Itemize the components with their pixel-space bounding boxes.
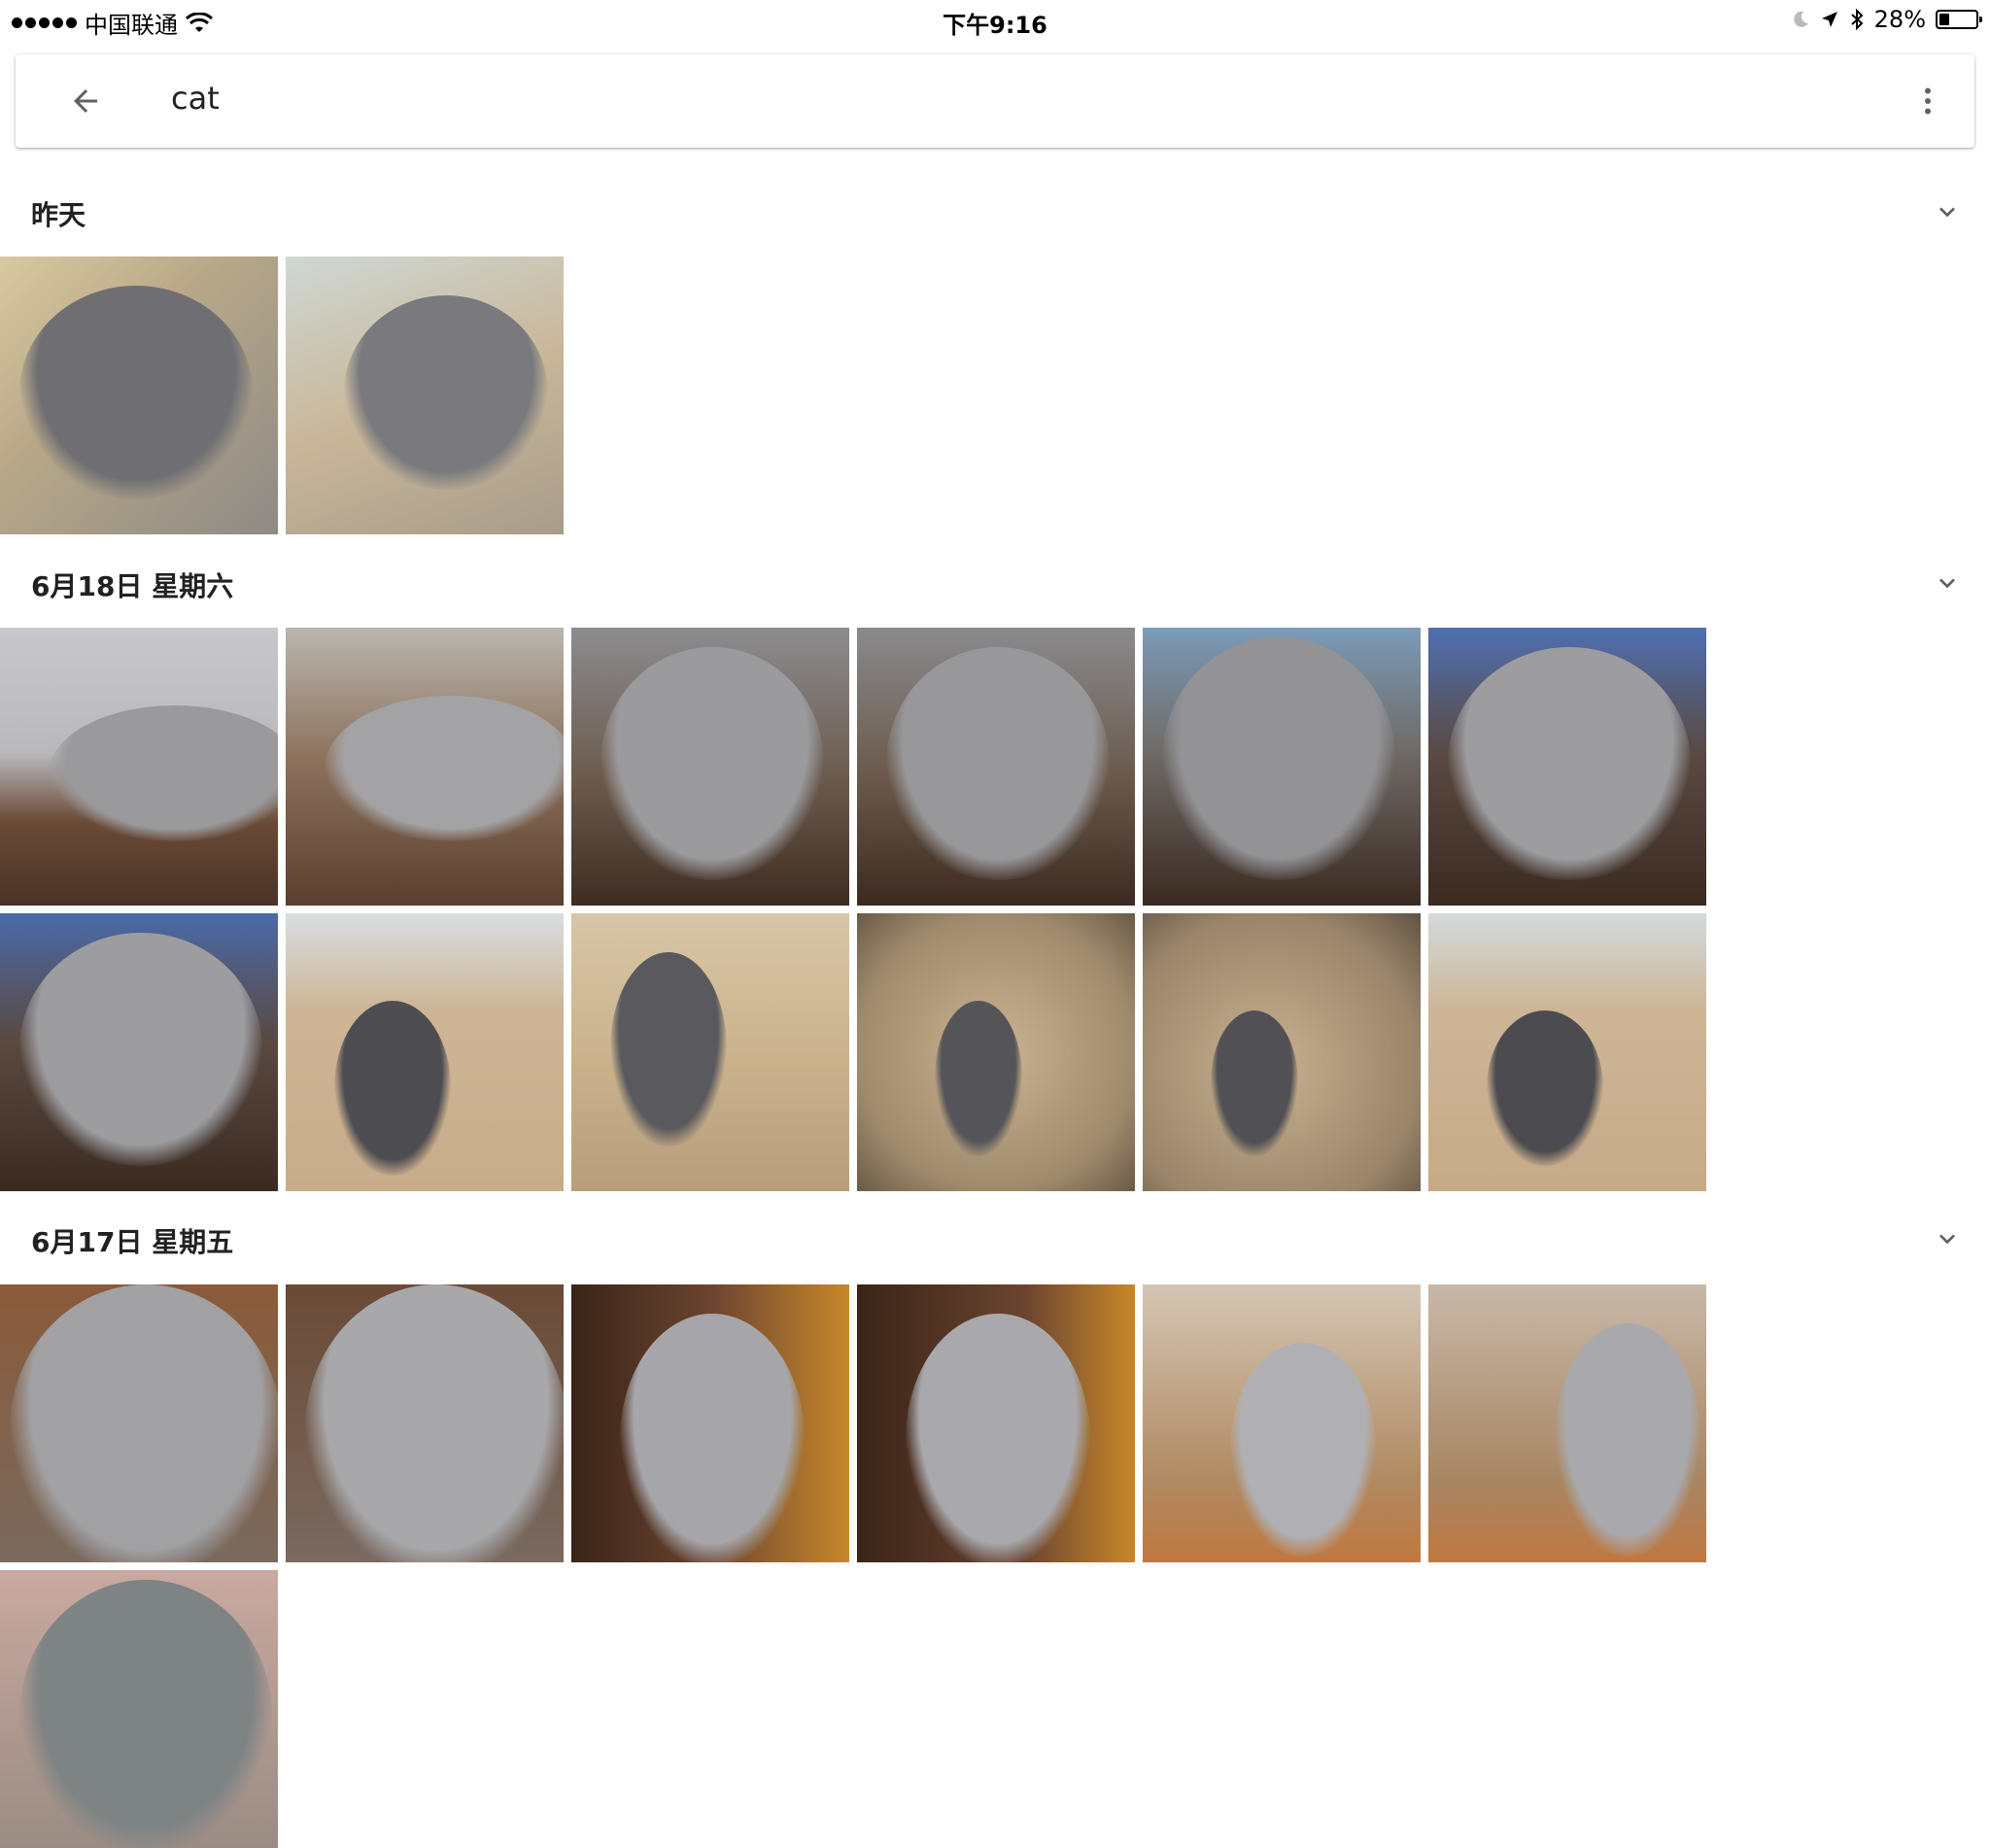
photo-thumbnail[interactable] bbox=[286, 628, 564, 906]
photo-thumbnail[interactable] bbox=[0, 257, 278, 534]
more-vert-icon bbox=[1925, 87, 1931, 115]
photo-grid-jun17 bbox=[0, 1284, 1990, 1848]
bluetooth-icon bbox=[1850, 8, 1864, 31]
section-header-yesterday: 昨天 bbox=[0, 181, 1990, 239]
cat-photo-subject bbox=[325, 696, 564, 841]
arrow-back-icon bbox=[74, 89, 97, 113]
photo-thumbnail[interactable] bbox=[1428, 628, 1706, 906]
photo-thumbnail[interactable] bbox=[0, 1570, 278, 1848]
cat-photo-subject bbox=[1487, 1010, 1603, 1166]
cat-photo-subject bbox=[620, 1314, 805, 1562]
cat-photo-subject bbox=[305, 1284, 564, 1562]
more-options-button[interactable] bbox=[1904, 78, 1951, 124]
cat-photo-subject bbox=[19, 286, 253, 499]
back-button[interactable] bbox=[62, 78, 109, 124]
section-title: 昨天 bbox=[31, 199, 86, 231]
collapse-button[interactable] bbox=[1930, 194, 1965, 229]
cat-photo-subject bbox=[610, 952, 727, 1146]
photo-thumbnail[interactable] bbox=[571, 913, 849, 1191]
cat-photo-subject bbox=[19, 933, 262, 1166]
status-bar: 中国联通 下午9:16 28% bbox=[0, 0, 1990, 39]
moon-icon bbox=[1793, 11, 1808, 27]
search-query[interactable]: cat bbox=[171, 80, 220, 117]
photo-thumbnail[interactable] bbox=[857, 913, 1135, 1191]
section-title: 6月18日 星期六 bbox=[31, 570, 234, 602]
cat-photo-subject bbox=[49, 705, 278, 841]
photo-thumbnail[interactable] bbox=[0, 1284, 278, 1562]
section-header-jun18: 6月18日 星期六 bbox=[0, 552, 1990, 610]
photo-thumbnail[interactable] bbox=[571, 1284, 849, 1562]
photo-thumbnail[interactable] bbox=[1143, 628, 1421, 906]
cat-photo-subject bbox=[1448, 647, 1691, 880]
cat-photo-subject bbox=[334, 1001, 451, 1176]
photo-thumbnail[interactable] bbox=[571, 628, 849, 906]
photo-thumbnail[interactable] bbox=[1143, 913, 1421, 1191]
cat-photo-subject bbox=[19, 1580, 272, 1848]
photo-thumbnail[interactable] bbox=[857, 628, 1135, 906]
status-right: 28% bbox=[1791, 6, 1982, 33]
chevron-down-icon bbox=[1939, 207, 1955, 218]
photo-thumbnail[interactable] bbox=[286, 913, 564, 1191]
section-title: 6月17日 星期五 bbox=[31, 1226, 234, 1258]
cat-photo-subject bbox=[1211, 1010, 1298, 1156]
cat-photo-subject bbox=[10, 1284, 278, 1562]
cat-photo-subject bbox=[600, 647, 824, 880]
photo-grid-yesterday bbox=[0, 257, 1990, 534]
photo-thumbnail[interactable] bbox=[1143, 1284, 1421, 1562]
chevron-down-icon bbox=[1939, 578, 1955, 589]
chevron-down-icon bbox=[1939, 1234, 1955, 1245]
photo-thumbnail[interactable] bbox=[857, 1284, 1135, 1562]
cat-photo-subject bbox=[344, 295, 548, 490]
search-bar: cat bbox=[16, 54, 1974, 148]
photo-thumbnail[interactable] bbox=[286, 1284, 564, 1562]
section-header-jun17: 6月17日 星期五 bbox=[0, 1208, 1990, 1266]
cat-photo-subject bbox=[1555, 1323, 1700, 1557]
status-time: 下午9:16 bbox=[943, 12, 1047, 39]
cat-photo-subject bbox=[1230, 1343, 1376, 1557]
battery-icon bbox=[1936, 10, 1982, 29]
location-arrow-icon bbox=[1821, 12, 1837, 27]
photo-grid-jun18 bbox=[0, 628, 1990, 1191]
cat-photo-subject bbox=[1162, 637, 1395, 880]
cat-photo-subject bbox=[935, 1001, 1022, 1156]
photo-thumbnail[interactable] bbox=[1428, 913, 1706, 1191]
battery-percent: 28% bbox=[1873, 6, 1926, 33]
cat-photo-subject bbox=[906, 1314, 1090, 1562]
collapse-button[interactable] bbox=[1930, 1221, 1965, 1256]
photo-thumbnail[interactable] bbox=[0, 913, 278, 1191]
cat-photo-subject bbox=[886, 647, 1110, 880]
photo-thumbnail[interactable] bbox=[1428, 1284, 1706, 1562]
collapse-button[interactable] bbox=[1930, 565, 1965, 600]
photo-thumbnail[interactable] bbox=[0, 628, 278, 906]
photo-thumbnail[interactable] bbox=[286, 257, 564, 534]
